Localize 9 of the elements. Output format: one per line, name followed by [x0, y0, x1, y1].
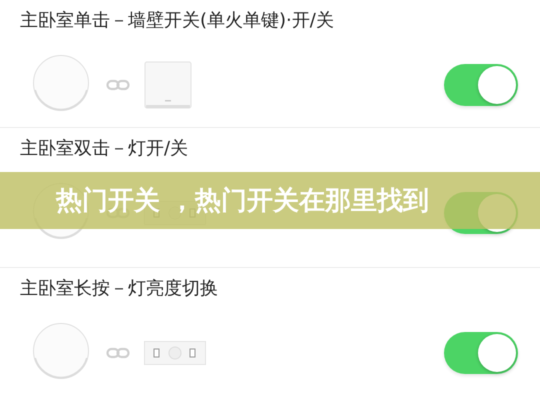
rule-title: 主卧室单击－墙壁开关(单火单键)·开/关 — [20, 9, 335, 33]
toggle-switch[interactable] — [444, 64, 518, 106]
wall-switch-icon — [144, 61, 192, 109]
rule-title: 主卧室双击－灯开/关 — [20, 137, 190, 161]
toggle-switch[interactable] — [444, 332, 518, 374]
link-icon — [106, 79, 130, 91]
rule-title: 主卧室长按－灯亮度切换 — [20, 277, 219, 301]
link-icon — [106, 347, 130, 359]
light-controller-icon — [144, 341, 206, 365]
